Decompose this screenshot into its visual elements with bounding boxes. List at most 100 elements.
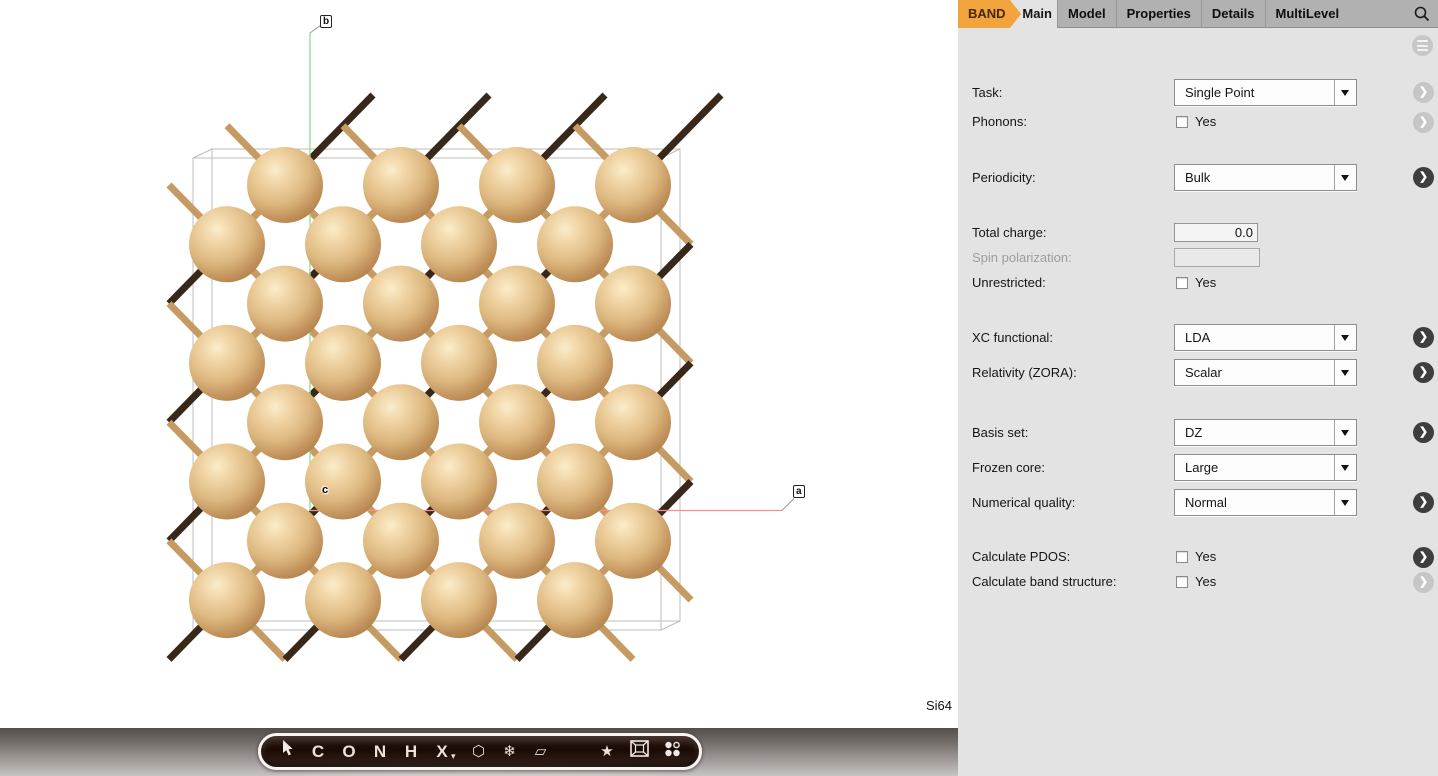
si-atom[interactable] — [479, 503, 555, 579]
calculate-pdos-checkbox[interactable] — [1176, 551, 1188, 563]
si-atom[interactable] — [247, 384, 323, 460]
si-atom[interactable] — [537, 325, 613, 401]
si-atom[interactable] — [305, 206, 381, 282]
unrestricted-label: Unrestricted: — [972, 275, 1046, 291]
si-atom[interactable] — [305, 562, 381, 638]
si-atom[interactable] — [247, 503, 323, 579]
dropdown-arrow-icon[interactable] — [1334, 455, 1356, 480]
si-atom[interactable] — [479, 266, 555, 342]
ring-tool-icon[interactable]: ⬡ — [471, 736, 487, 767]
si-atom[interactable] — [247, 147, 323, 223]
task-detail-button[interactable]: ❯ — [1413, 82, 1434, 103]
task-value: Single Point — [1175, 80, 1334, 105]
calculate-pdos-detail-button[interactable]: ❯ — [1413, 547, 1434, 568]
periodicity-dropdown[interactable]: Bulk — [1174, 164, 1357, 191]
si-atom[interactable] — [363, 503, 439, 579]
si-atom[interactable] — [595, 266, 671, 342]
molecule-scene[interactable] — [0, 0, 958, 728]
numerical-quality-detail-button[interactable]: ❯ — [1413, 492, 1434, 513]
si-atom[interactable] — [479, 147, 555, 223]
tab-multilevel[interactable]: MultiLevel — [1265, 0, 1350, 28]
plane-tool-icon[interactable]: ▱ — [533, 736, 549, 767]
molecules-dots-icon[interactable] — [664, 736, 681, 767]
xc-functional-detail-button[interactable]: ❯ — [1413, 327, 1434, 348]
phonons-checkbox[interactable] — [1176, 116, 1188, 128]
unrestricted-checkbox[interactable] — [1176, 277, 1188, 289]
unrestricted-checkbox-group: Yes — [1176, 275, 1216, 291]
periodicity-detail-button[interactable]: ❯ — [1413, 167, 1434, 188]
numerical-quality-dropdown[interactable]: Normal — [1174, 489, 1357, 516]
si-atom[interactable] — [421, 562, 497, 638]
tab-details[interactable]: Details — [1201, 0, 1265, 28]
relativity-detail-button[interactable]: ❯ — [1413, 362, 1434, 383]
frozen-core-dropdown[interactable]: Large — [1174, 454, 1357, 481]
si-atom[interactable] — [421, 206, 497, 282]
relativity-value: Scalar — [1175, 360, 1334, 385]
calculate-band-structure-label: Calculate band structure: — [972, 574, 1117, 590]
search-icon[interactable] — [1413, 5, 1431, 23]
si-atom[interactable] — [421, 444, 497, 520]
numerical-quality-label: Numerical quality: — [972, 489, 1075, 516]
si-atom[interactable] — [305, 325, 381, 401]
field-frozen-core: Frozen core: Large — [958, 454, 1438, 481]
si-atom[interactable] — [479, 384, 555, 460]
pointer-tool-icon[interactable] — [279, 736, 295, 767]
app-window: b c a Si64 C O N H X ▾ ⬡ ❄ ▱ ★ — [0, 0, 1438, 776]
unrestricted-checkbox-label: Yes — [1195, 275, 1216, 291]
field-task: Task: Single Point ❯ — [958, 79, 1438, 106]
element-o-button[interactable]: O — [341, 736, 357, 767]
si-atom[interactable] — [363, 384, 439, 460]
tab-properties[interactable]: Properties — [1116, 0, 1201, 28]
unit-cell-edge — [193, 149, 212, 158]
basis-set-detail-button[interactable]: ❯ — [1413, 422, 1434, 443]
dropdown-arrow-icon[interactable] — [1334, 360, 1356, 385]
si-atom[interactable] — [537, 206, 613, 282]
si-atom[interactable] — [595, 503, 671, 579]
calculate-band-structure-detail-button[interactable]: ❯ — [1413, 572, 1434, 593]
si-atom[interactable] — [595, 147, 671, 223]
si-atom[interactable] — [595, 384, 671, 460]
tab-bar: BAND Main Model Properties Details Multi… — [958, 0, 1438, 28]
axis-a-tail — [782, 499, 794, 511]
panel-menu-icon[interactable] — [1412, 35, 1433, 56]
phonons-detail-button[interactable]: ❯ — [1413, 112, 1434, 133]
total-charge-input[interactable] — [1174, 223, 1258, 242]
si-atom[interactable] — [189, 325, 265, 401]
si-atom[interactable] — [421, 325, 497, 401]
element-h-button[interactable]: H — [403, 736, 419, 767]
xc-functional-label: XC functional: — [972, 324, 1053, 351]
molecule-formula-label: Si64 — [870, 698, 952, 713]
si-atom[interactable] — [537, 562, 613, 638]
dropdown-arrow-icon[interactable] — [1334, 490, 1356, 515]
element-c-button[interactable]: C — [310, 736, 326, 767]
task-dropdown[interactable]: Single Point — [1174, 79, 1357, 106]
dropdown-arrow-icon[interactable] — [1334, 420, 1356, 445]
molecule-viewer[interactable]: b c a Si64 C O N H X ▾ ⬡ ❄ ▱ ★ — [0, 0, 958, 776]
basis-set-dropdown[interactable]: DZ — [1174, 419, 1357, 446]
tab-model[interactable]: Model — [1057, 0, 1116, 28]
dropdown-arrow-icon[interactable] — [1334, 325, 1356, 350]
si-atom[interactable] — [247, 266, 323, 342]
crystal-tool-icon[interactable]: ❄ — [502, 736, 518, 767]
si-atom[interactable] — [537, 444, 613, 520]
element-x-dropdown-icon[interactable]: ▾ — [451, 745, 456, 767]
element-x-button[interactable]: X ▾ — [434, 736, 456, 767]
tab-band[interactable]: BAND — [958, 0, 1021, 28]
relativity-dropdown[interactable]: Scalar — [1174, 359, 1357, 386]
xc-functional-dropdown[interactable]: LDA — [1174, 324, 1357, 351]
calculate-band-structure-checkbox[interactable] — [1176, 576, 1188, 588]
favorites-star-icon[interactable]: ★ — [599, 736, 615, 767]
si-atom[interactable] — [189, 444, 265, 520]
si-atom[interactable] — [305, 444, 381, 520]
relativity-label: Relativity (ZORA): — [972, 359, 1077, 386]
total-charge-label: Total charge: — [972, 223, 1046, 242]
perspective-box-icon[interactable] — [630, 736, 649, 767]
phonons-checkbox-label: Yes — [1195, 114, 1216, 130]
dropdown-arrow-icon[interactable] — [1334, 165, 1356, 190]
si-atom[interactable] — [189, 206, 265, 282]
si-atom[interactable] — [363, 266, 439, 342]
si-atom[interactable] — [363, 147, 439, 223]
dropdown-arrow-icon[interactable] — [1334, 80, 1356, 105]
si-atom[interactable] — [189, 562, 265, 638]
element-n-button[interactable]: N — [372, 736, 388, 767]
